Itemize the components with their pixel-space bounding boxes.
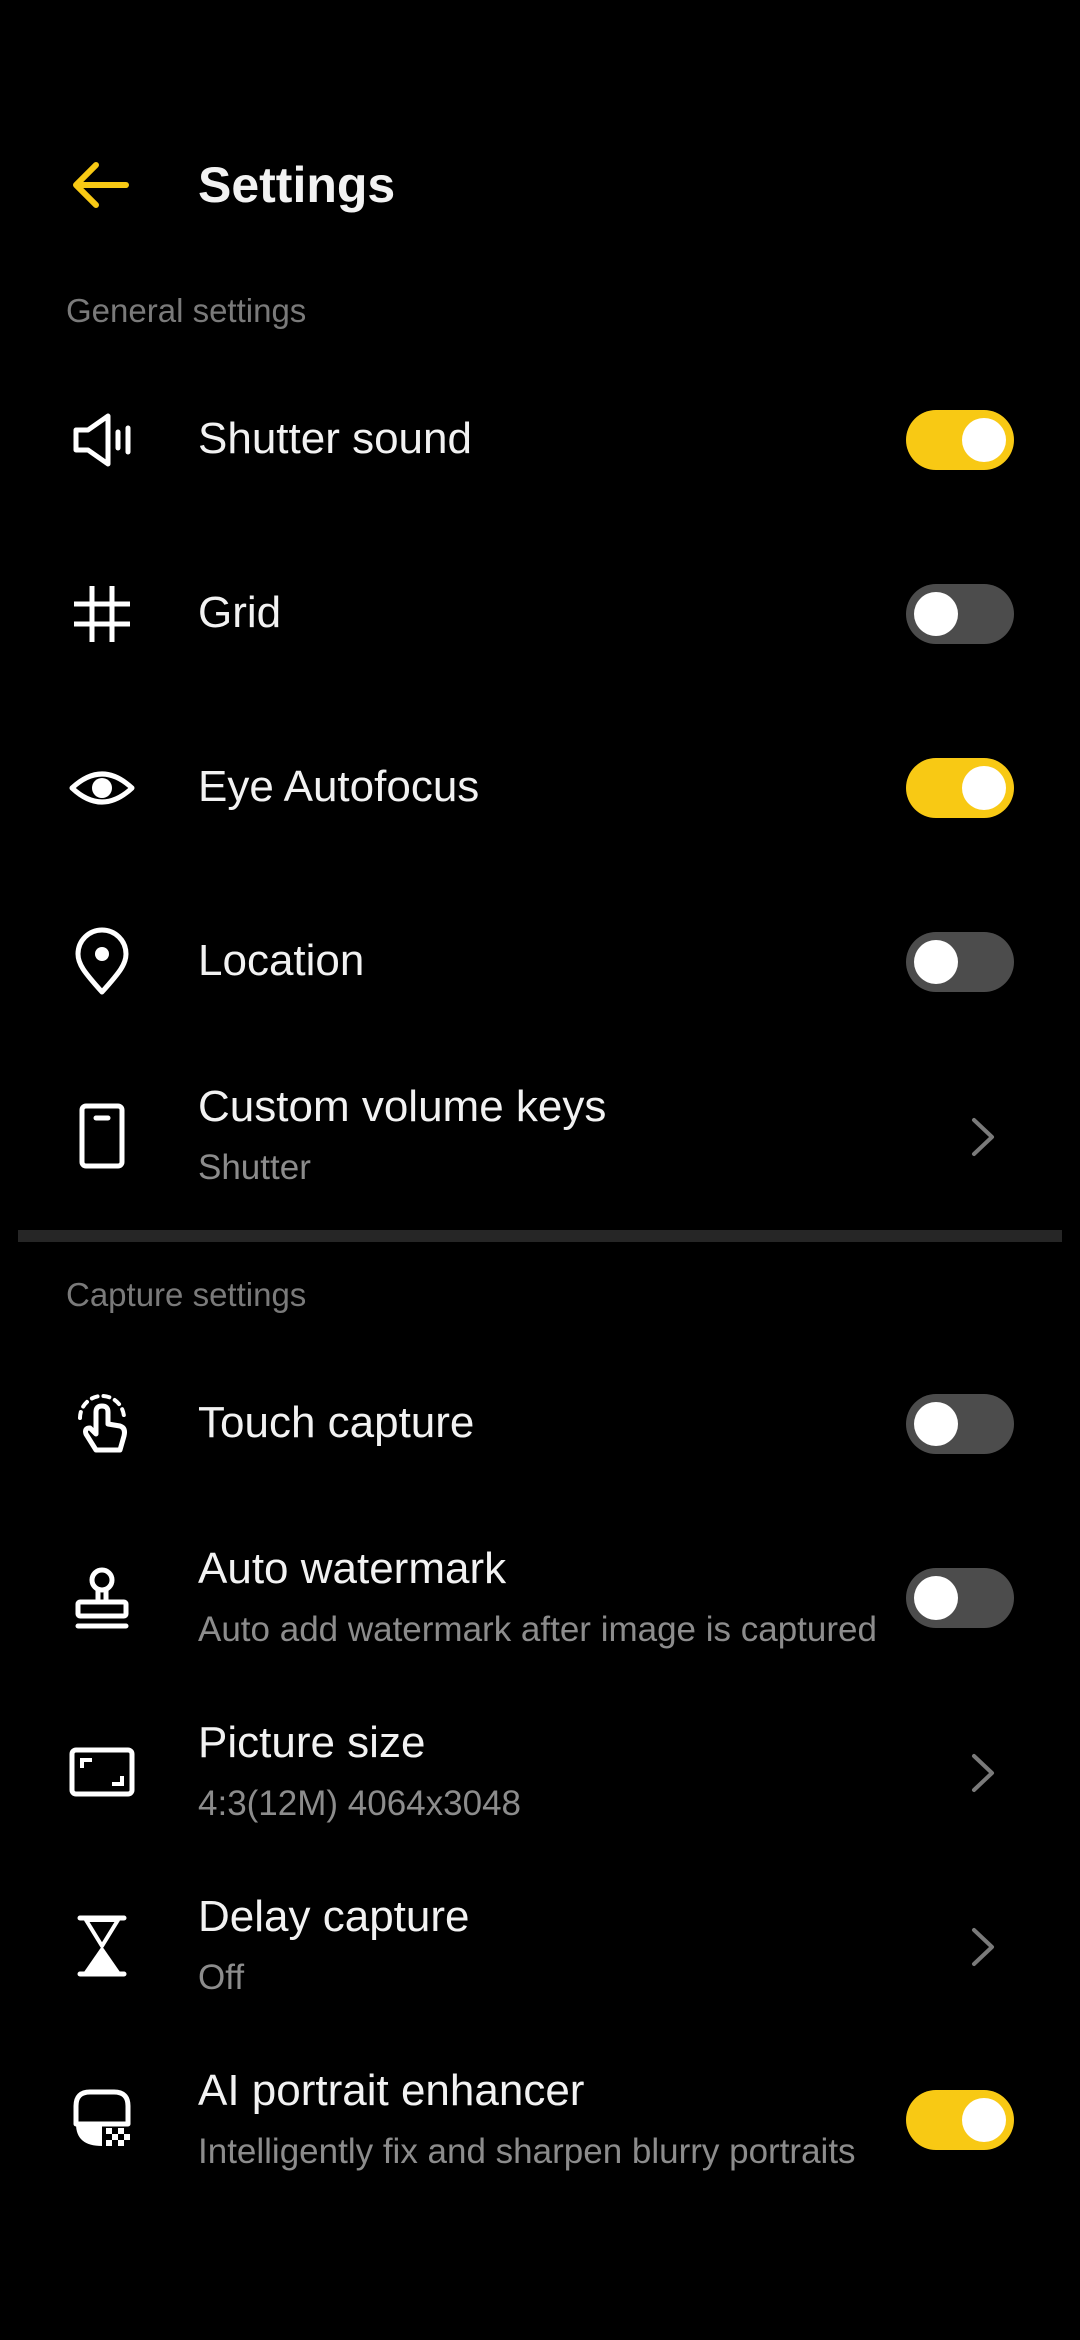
- setting-grid[interactable]: Grid: [0, 528, 1080, 702]
- phone-icon: [79, 1103, 125, 1169]
- toggle-knob: [962, 2098, 1006, 2142]
- chevron-right-icon: [972, 1928, 994, 1966]
- auto-watermark-toggle[interactable]: [906, 1568, 1014, 1628]
- setting-eye-autofocus[interactable]: Eye Autofocus: [0, 702, 1080, 876]
- toggle-knob: [962, 418, 1006, 462]
- setting-ai-portrait-enhancer[interactable]: AI portrait enhancer Intelligently fix a…: [0, 2034, 1080, 2208]
- stamp-icon: [75, 1567, 129, 1629]
- grid-icon: [74, 586, 130, 642]
- chevron-right-icon: [972, 1118, 994, 1156]
- chevron-right-icon: [972, 1754, 994, 1792]
- eye-icon: [69, 771, 135, 805]
- setting-auto-watermark[interactable]: Auto watermark Auto add watermark after …: [0, 1512, 1080, 1686]
- toggle-knob: [914, 1576, 958, 1620]
- setting-location[interactable]: Location: [0, 876, 1080, 1050]
- toggle-knob: [962, 766, 1006, 810]
- setting-touch-capture[interactable]: Touch capture: [0, 1338, 1080, 1512]
- setting-value: Shutter: [198, 1148, 311, 1187]
- setting-value: 4:3(12M) 4064x3048: [198, 1784, 521, 1823]
- eye-autofocus-toggle[interactable]: [906, 758, 1014, 818]
- setting-description: Intelligently fix and sharpen blurry por…: [198, 2132, 856, 2171]
- page-title: Settings: [198, 157, 396, 213]
- setting-label: Picture size: [198, 1718, 426, 1767]
- toggle-knob: [914, 592, 958, 636]
- setting-label: Custom volume keys: [198, 1082, 607, 1131]
- shutter-sound-toggle[interactable]: [906, 410, 1014, 470]
- speaker-icon: [73, 413, 131, 467]
- toggle-knob: [914, 1402, 958, 1446]
- setting-label: AI portrait enhancer: [198, 2066, 585, 2115]
- location-pin-icon: [75, 927, 129, 995]
- ai-portrait-toggle[interactable]: [906, 2090, 1014, 2150]
- toggle-knob: [914, 940, 958, 984]
- location-toggle[interactable]: [906, 932, 1014, 992]
- section-label-general: General settings: [66, 292, 307, 329]
- grid-toggle[interactable]: [906, 584, 1014, 644]
- arrow-left-icon: [73, 162, 129, 208]
- back-button[interactable]: [66, 150, 136, 220]
- hourglass-icon: [77, 1915, 127, 1977]
- setting-label: Auto watermark: [198, 1544, 507, 1593]
- aspect-ratio-icon: [69, 1747, 135, 1797]
- setting-value: Off: [198, 1958, 245, 1997]
- setting-label: Location: [198, 936, 365, 985]
- setting-picture-size[interactable]: Picture size 4:3(12M) 4064x3048: [0, 1686, 1080, 1860]
- setting-label: Delay capture: [198, 1892, 470, 1941]
- setting-label: Grid: [198, 588, 282, 637]
- setting-label: Eye Autofocus: [198, 762, 480, 811]
- setting-delay-capture[interactable]: Delay capture Off: [0, 1860, 1080, 2034]
- setting-custom-volume-keys[interactable]: Custom volume keys Shutter: [0, 1050, 1080, 1224]
- app-header: Settings: [0, 120, 1080, 250]
- setting-description: Auto add watermark after image is captur…: [198, 1610, 877, 1649]
- section-divider: [18, 1230, 1062, 1242]
- setting-label: Touch capture: [198, 1398, 475, 1447]
- touch-capture-toggle[interactable]: [906, 1394, 1014, 1454]
- touch-hand-icon: [78, 1394, 127, 1453]
- setting-shutter-sound[interactable]: Shutter sound: [0, 354, 1080, 528]
- ai-portrait-icon: [73, 2089, 131, 2146]
- setting-label: Shutter sound: [198, 414, 472, 463]
- section-label-capture: Capture settings: [66, 1276, 307, 1313]
